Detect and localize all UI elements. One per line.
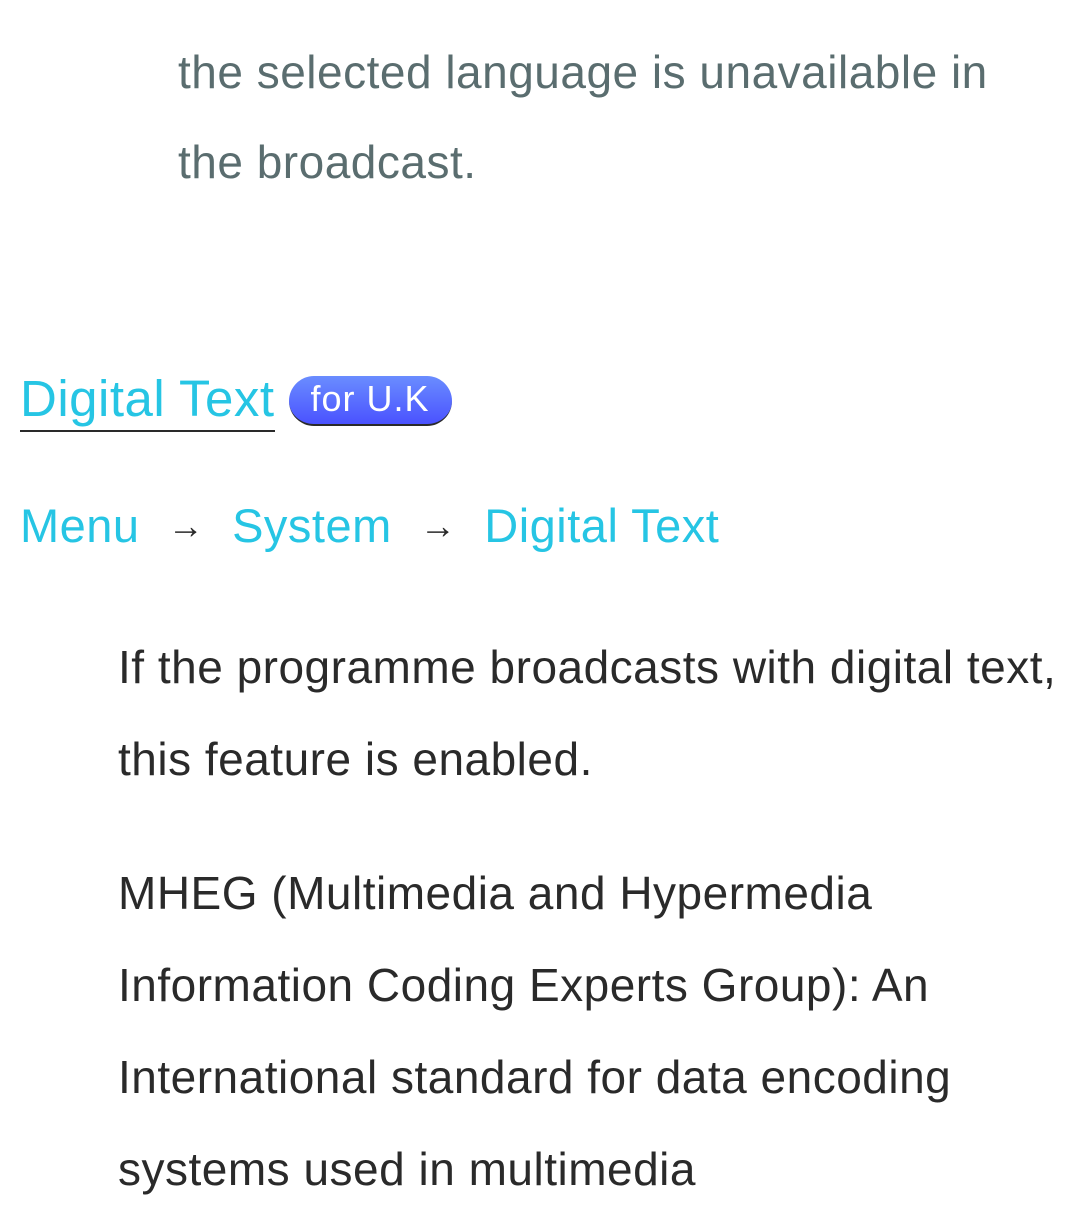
body-paragraph-2: MHEG (Multimedia and Hypermedia Informat… (118, 847, 1060, 1215)
body-paragraph-1: If the programme broadcasts with digital… (118, 621, 1060, 805)
breadcrumb-item-system: System (232, 498, 392, 553)
breadcrumb-item-digital-text: Digital Text (484, 498, 719, 553)
region-badge: for U.K (289, 376, 452, 426)
section-heading: Digital Text for U.K (20, 369, 1060, 432)
document-page: the selected language is unavailable in … (0, 28, 1080, 1215)
breadcrumb-item-menu: Menu (20, 498, 140, 553)
section-title: Digital Text (20, 369, 275, 432)
breadcrumb: Menu → System → Digital Text (20, 498, 1060, 553)
previous-section-fragment: the selected language is unavailable in … (178, 28, 1060, 207)
arrow-right-icon: → (420, 505, 457, 547)
body-text: If the programme broadcasts with digital… (118, 621, 1060, 1215)
arrow-right-icon: → (168, 505, 205, 547)
